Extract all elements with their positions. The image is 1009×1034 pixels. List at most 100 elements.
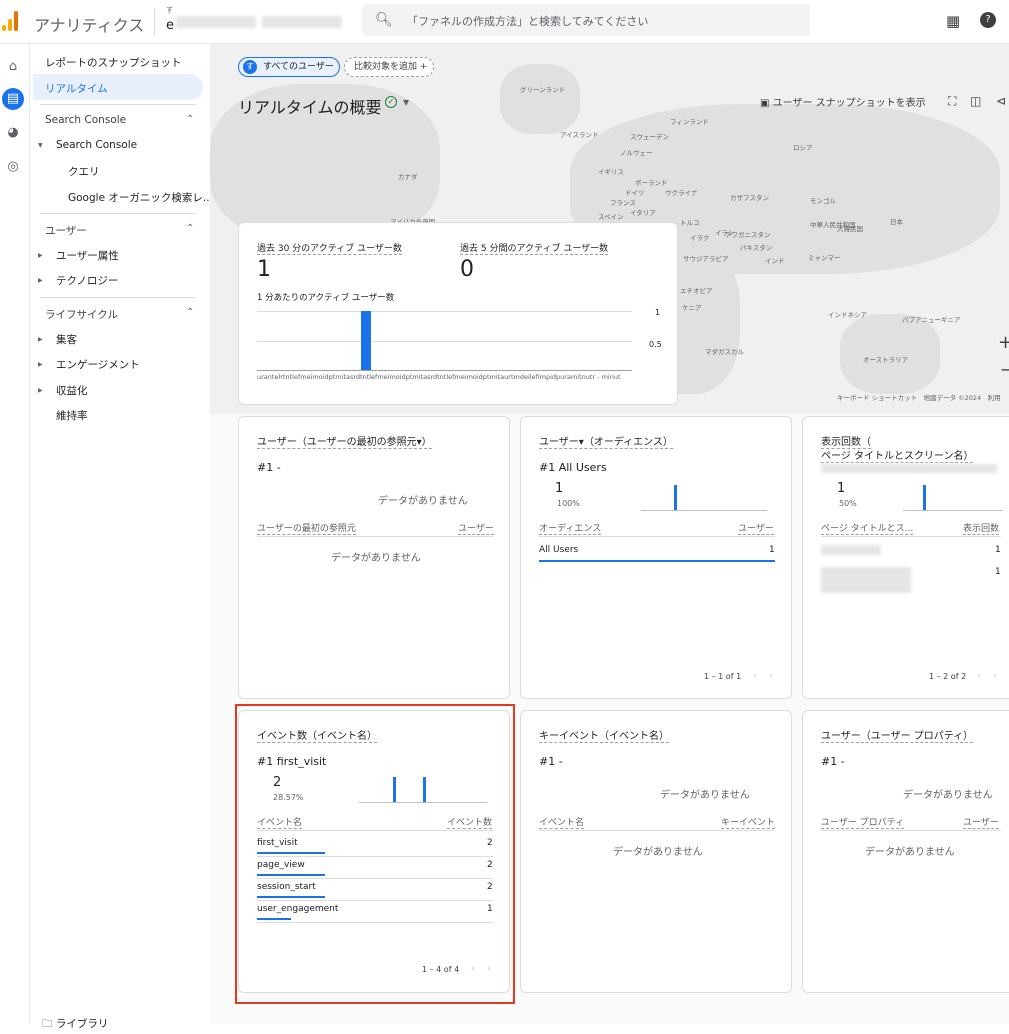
sidebar-item-query[interactable]: クエリ xyxy=(68,164,100,179)
expand-triangle-icon[interactable]: ▶ xyxy=(38,336,43,343)
y-tick-0.5: 0.5 xyxy=(649,340,662,349)
card-rank: #1 - xyxy=(257,461,281,474)
expand-triangle-icon[interactable]: ▶ xyxy=(38,277,43,284)
highlight-box xyxy=(235,704,515,1004)
check-circle-icon[interactable]: ✓ xyxy=(385,96,397,108)
card-title[interactable]: キーイベント（イベント名） xyxy=(539,727,669,743)
column-header-event-name[interactable]: イベント名 xyxy=(539,815,585,829)
card-title[interactable]: ユーザー（ユーザー プロパティ） xyxy=(821,727,974,743)
card-rank: #1 - xyxy=(821,755,845,768)
sidebar-section-lifecycle[interactable]: ライフサイクル xyxy=(45,307,118,322)
sidebar-item-retention[interactable]: 維持率 xyxy=(56,408,88,423)
column-header-users[interactable]: ユーザー xyxy=(738,521,774,535)
map-country-label: ケニア xyxy=(682,304,702,312)
map-country-label: フィンランド xyxy=(670,118,709,126)
column-header-audience[interactable]: オーディエンス xyxy=(539,521,602,535)
chevron-up-icon[interactable]: ⌃ xyxy=(186,114,194,125)
sparkline-bar[interactable] xyxy=(923,485,926,510)
next-page-icon[interactable]: › xyxy=(993,671,997,681)
row-name[interactable]: All Users xyxy=(539,545,578,555)
account-selector[interactable]: e xyxy=(166,18,174,33)
map-country-label: パプアニューギニア xyxy=(902,316,961,324)
apps-grid-icon[interactable]: ▦ xyxy=(946,12,960,30)
sidebar-item-monetization[interactable]: 収益化 xyxy=(56,383,88,398)
sidebar-item-engagement[interactable]: エンゲージメント xyxy=(56,357,140,372)
row-share-bar xyxy=(539,560,775,562)
no-data-text: データがありません xyxy=(378,496,468,507)
sidebar-item-google-organic[interactable]: Google オーガニック検索レ... xyxy=(68,190,213,205)
zoom-out-icon[interactable]: − xyxy=(1000,360,1009,379)
expand-triangle-icon[interactable]: ▶ xyxy=(38,387,43,394)
help-icon[interactable]: ? xyxy=(980,12,996,28)
column-header-views[interactable]: 表示回数 xyxy=(963,521,1000,535)
all-users-chip[interactable]: すすべてのユーザー xyxy=(238,57,340,77)
zoom-in-icon[interactable]: + xyxy=(998,332,1009,353)
per-minute-bar[interactable] xyxy=(361,311,371,370)
prev-page-icon[interactable]: ‹ xyxy=(977,671,981,681)
sidebar-divider xyxy=(40,297,196,298)
sidebar-item-library[interactable]: 🗀︎ ライブラリ xyxy=(42,1016,108,1034)
column-header-source[interactable]: ユーザーの最初の参照元 xyxy=(257,521,356,535)
table-divider xyxy=(821,830,1001,831)
chevron-up-icon[interactable]: ⌃ xyxy=(186,307,194,318)
expand-triangle-icon[interactable]: ▶ xyxy=(38,252,43,259)
card-rank: #1 - xyxy=(539,755,563,768)
column-header-page-title[interactable]: ページ タイトルとス... xyxy=(821,521,914,535)
realtime-summary-card: 過去 30 分のアクティブ ユーザー数 1 過去 5 分間のアクティブ ユーザー… xyxy=(238,222,678,405)
no-data-text: データがありません xyxy=(903,790,993,801)
prev-page-icon[interactable]: ‹ xyxy=(753,671,757,681)
compare-columns-icon[interactable]: ◫ xyxy=(970,94,981,108)
home-icon[interactable]: ⌂ xyxy=(2,56,24,78)
map-country-label: グリーンランド xyxy=(520,86,566,94)
table-no-data-text: データがありません xyxy=(613,847,703,858)
chip-avatar: す xyxy=(243,60,257,74)
card-title-line2[interactable]: ページ タイトルとスクリーン名） xyxy=(821,447,974,463)
expand-triangle-icon[interactable]: ▼ xyxy=(38,142,43,149)
map-footer: キーボード ショートカット 地図データ ©2024 利用 xyxy=(837,394,1001,402)
user-snapshot-button[interactable]: ▣ ユーザー スナップショットを表示 xyxy=(760,94,926,109)
grid-line xyxy=(257,341,632,342)
nav-rail: ⌂ ▤ ◕ ◎ xyxy=(0,44,30,1024)
sidebar-section-user[interactable]: ユーザー xyxy=(45,223,87,238)
grid-line xyxy=(257,311,632,312)
map-country-label: カナダ xyxy=(398,173,418,181)
app-title: アナリティクス xyxy=(34,16,145,35)
page-title: リアルタイムの概要 xyxy=(238,98,382,117)
column-header-user-property[interactable]: ユーザー プロパティ xyxy=(821,815,905,829)
map-country-label: スペイン xyxy=(598,213,624,221)
reports-icon[interactable]: ▤ xyxy=(2,88,24,110)
dropdown-arrow-icon[interactable]: ▼ xyxy=(403,98,409,107)
sidebar-item-search-console[interactable]: Search Console xyxy=(56,139,137,151)
active-5min-label[interactable]: 過去 5 分間のアクティブ ユーザー数 xyxy=(460,241,609,255)
sidebar-item-realtime[interactable]: リアルタイム xyxy=(45,81,108,96)
top-value: 1 xyxy=(837,481,846,496)
sidebar-divider xyxy=(40,213,196,214)
sparkline-bar[interactable] xyxy=(674,485,677,510)
sidebar-item-snapshot[interactable]: レポートのスナップショット xyxy=(45,55,182,70)
sidebar-item-technology[interactable]: テクノロジー xyxy=(56,273,118,288)
map-country-label: 日本 xyxy=(890,218,903,226)
card-user-first-source: ユーザー（ユーザーの最初の参照元▾） #1 - データがありません ユーザーの最… xyxy=(238,416,510,699)
card-user-properties: ユーザー（ユーザー プロパティ） #1 - データがありません ユーザー プロパ… xyxy=(802,710,1009,993)
next-page-icon[interactable]: › xyxy=(769,671,773,681)
search-box[interactable]: 🔍︎ 「ファネルの作成方法」と検索してみてください xyxy=(362,4,810,36)
share-icon[interactable]: ⊲ xyxy=(996,94,1006,108)
sidebar-divider xyxy=(40,104,196,105)
expand-triangle-icon[interactable]: ▶ xyxy=(38,361,43,368)
sidebar-item-user-attributes[interactable]: ユーザー属性 xyxy=(56,248,119,263)
card-title[interactable]: ユーザー（ユーザーの最初の参照元▾） xyxy=(257,433,432,449)
map-country-label: スウェーデン xyxy=(630,133,669,141)
sidebar-section-search-console[interactable]: Search Console xyxy=(45,114,126,126)
explore-icon[interactable]: ◕ xyxy=(2,122,24,144)
add-comparison-chip[interactable]: 比較対象を追加 + xyxy=(344,57,434,77)
column-header-users[interactable]: ユーザー xyxy=(963,815,999,829)
fullscreen-icon[interactable]: ⛶ xyxy=(948,94,956,109)
analytics-logo-icon[interactable] xyxy=(2,9,22,31)
sidebar-item-acquisition[interactable]: 集客 xyxy=(56,332,77,347)
column-header-key-events[interactable]: キーイベント xyxy=(721,815,776,829)
card-title[interactable]: ユーザー▾（オーディエンス） xyxy=(539,433,673,449)
active-30min-label[interactable]: 過去 30 分のアクティブ ユーザー数 xyxy=(257,241,402,255)
chevron-up-icon[interactable]: ⌃ xyxy=(186,223,194,234)
column-header-users[interactable]: ユーザー xyxy=(458,521,494,535)
advertising-icon[interactable]: ◎ xyxy=(2,156,24,178)
